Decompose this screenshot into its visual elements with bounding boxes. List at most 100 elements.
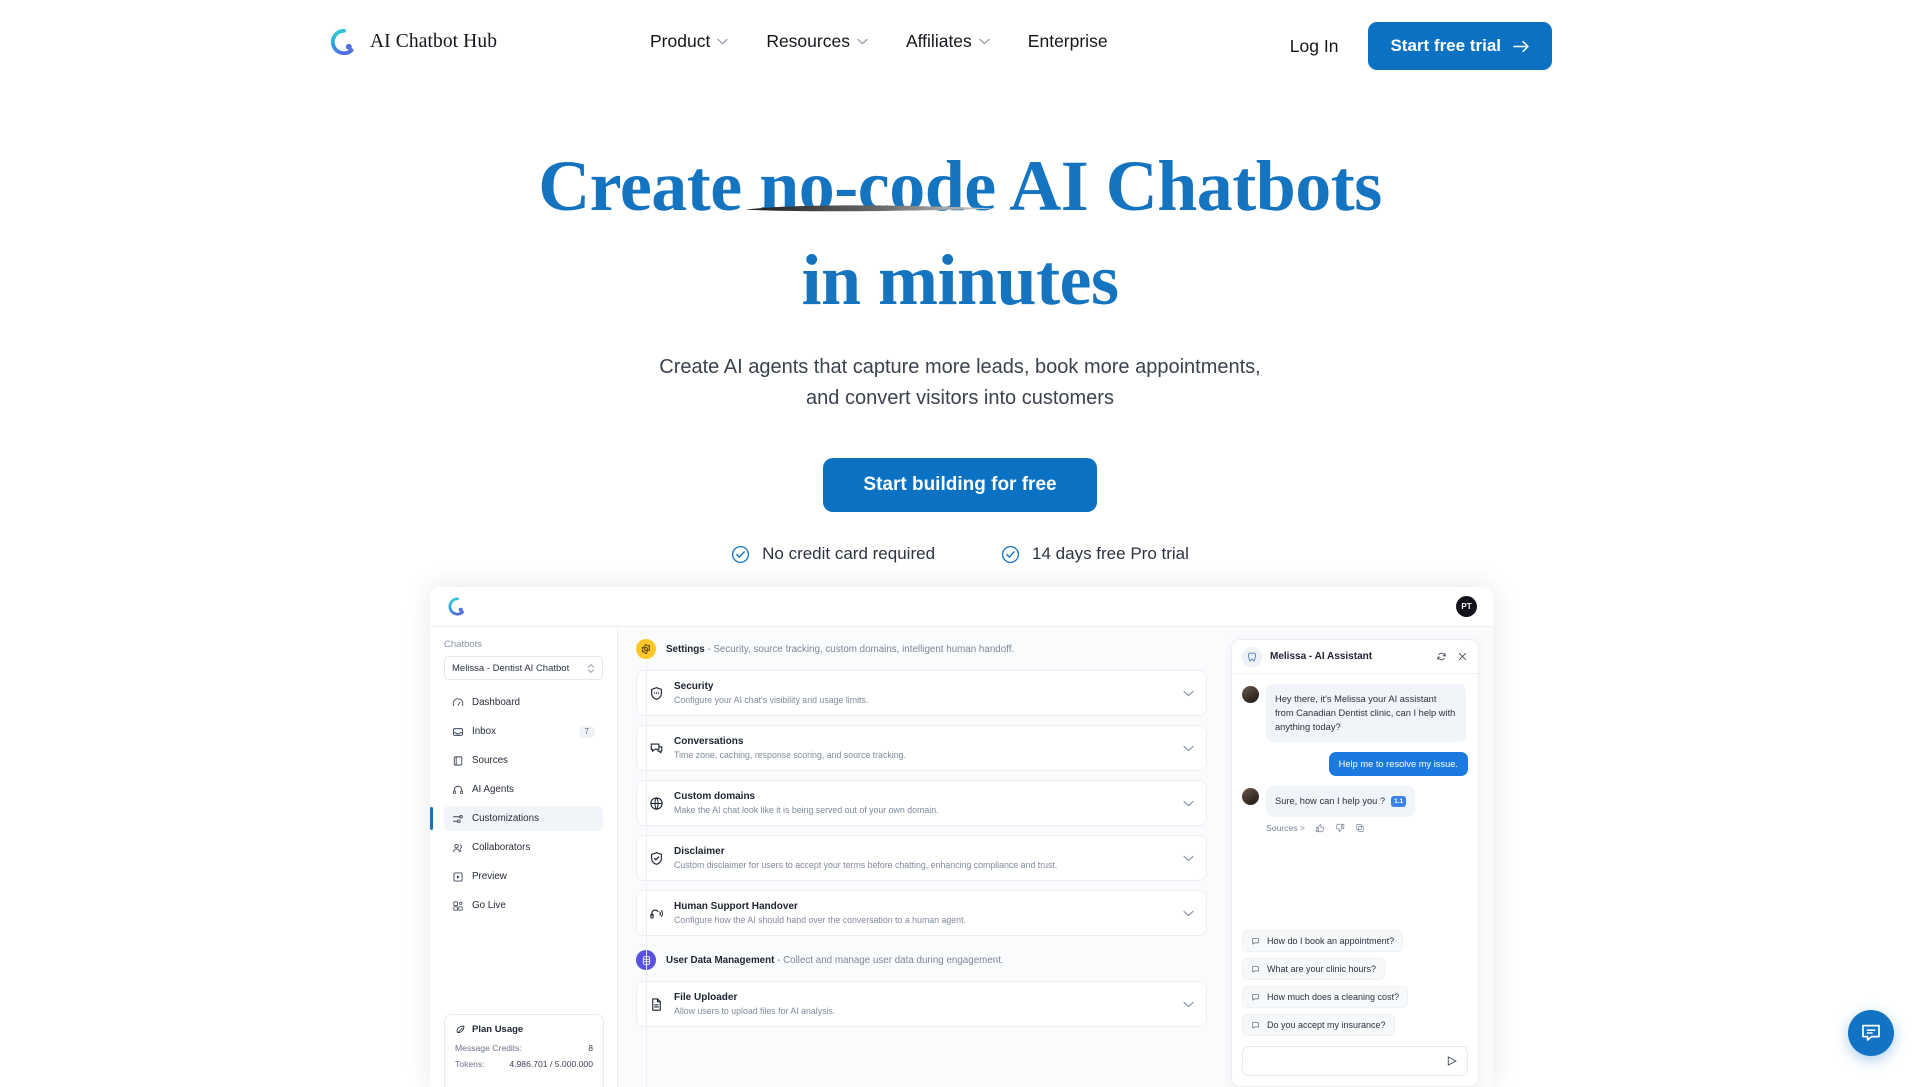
settings-card-desc: Configure your AI chat's visibility and … <box>674 695 868 705</box>
assurance-label: No credit card required <box>762 544 935 564</box>
settings-card-custom-domains[interactable]: Custom domains Make the AI chat look lik… <box>636 780 1207 826</box>
check-circle-icon <box>1001 545 1020 564</box>
chevron-down-icon <box>857 38 868 45</box>
chat-widget-column: Melissa - AI Assistant Hey <box>1225 627 1493 1087</box>
hero-section: Create no-code AI Chatbots in minutes Cr… <box>0 82 1920 564</box>
suggestion-label: How much does a cleaning cost? <box>1267 992 1399 1002</box>
rocket-grid-icon <box>452 900 464 912</box>
app-logo-icon[interactable] <box>448 597 467 616</box>
plan-usage-title-row: Plan Usage <box>455 1024 593 1035</box>
nav-item-enterprise[interactable]: Enterprise <box>1028 31 1108 52</box>
send-icon[interactable] <box>1446 1055 1458 1067</box>
thumbs-down-icon[interactable] <box>1335 823 1345 833</box>
plan-row-value: 4.986.701 / 5.000.000 <box>509 1059 593 1069</box>
top-navigation: AI Chatbot Hub Product Resources Affilia… <box>0 0 1920 82</box>
nav-item-label: Resources <box>766 31 850 52</box>
plan-row-value: 8 <box>588 1043 593 1053</box>
settings-card-conversations[interactable]: Conversations Time zone, caching, respon… <box>636 725 1207 771</box>
chat-message-user: Help me to resolve my issue. <box>1242 752 1468 776</box>
chat-bubble-icon <box>1251 965 1260 974</box>
inbox-badge: 7 <box>579 726 595 738</box>
chat-input-row[interactable] <box>1242 1046 1468 1076</box>
start-building-button[interactable]: Start building for free <box>823 458 1096 512</box>
sidebar-item-inbox[interactable]: Inbox 7 <box>444 719 603 744</box>
user-data-section-title: User Data Management <box>666 955 774 966</box>
suggestion-chip[interactable]: Do you accept my insurance? <box>1242 1014 1395 1036</box>
user-data-section-text: User Data Management - Collect and manag… <box>666 955 1004 966</box>
start-free-trial-button[interactable]: Start free trial <box>1368 22 1552 70</box>
sidebar-item-go-live[interactable]: Go Live <box>444 893 603 918</box>
chat-header-title: Melissa - AI Assistant <box>1270 651 1372 662</box>
chat-input[interactable] <box>1252 1056 1446 1066</box>
arrow-right-icon <box>1513 40 1530 53</box>
hero-subhead-line-1: Create AI agents that capture more leads… <box>659 356 1260 378</box>
sidebar-item-label: Preview <box>472 871 507 882</box>
nav-item-label: Product <box>650 31 710 52</box>
settings-card-desc: Make the AI chat look like it is being s… <box>674 805 939 815</box>
settings-card-security[interactable]: Security Configure your AI chat's visibi… <box>636 670 1207 716</box>
nav-item-label: Enterprise <box>1028 31 1108 52</box>
sidebar-item-collaborators[interactable]: Collaborators <box>444 835 603 860</box>
copy-icon[interactable] <box>1355 823 1365 833</box>
chevron-down-icon[interactable] <box>1183 855 1194 862</box>
nav-links: Product Resources Affiliates Enterprise <box>650 28 1108 54</box>
chat-bubble: Sure, how can I help you ? 1.1 <box>1266 786 1415 816</box>
nav-item-affiliates[interactable]: Affiliates <box>906 31 990 52</box>
settings-card-disclaimer[interactable]: Disclaimer Custom disclaimer for users t… <box>636 835 1207 881</box>
chat-message-bot: Hey there, it's Melissa your AI assistan… <box>1242 684 1468 742</box>
inbox-icon <box>452 726 464 738</box>
sidebar-item-dashboard[interactable]: Dashboard <box>444 690 603 715</box>
sidebar-item-ai-agents[interactable]: AI Agents <box>444 777 603 802</box>
thumbs-up-icon[interactable] <box>1315 823 1325 833</box>
settings-card-title: Custom domains <box>674 791 939 802</box>
sources-link[interactable]: Sources > <box>1266 823 1305 833</box>
headset-support-icon <box>649 906 664 921</box>
sidebar-item-label: AI Agents <box>472 784 514 795</box>
login-link[interactable]: Log In <box>1290 36 1339 57</box>
sidebar-item-label: Go Live <box>472 900 506 911</box>
avatar[interactable]: PT <box>1456 596 1477 617</box>
app-topbar: PT <box>430 587 1493 627</box>
app-preview-screenshot: PT Chatbots Melissa - Dentist AI Chatbot… <box>430 587 1493 1087</box>
chevron-down-icon[interactable] <box>1183 745 1194 752</box>
chat-header: Melissa - AI Assistant <box>1232 640 1478 674</box>
sidebar-item-preview[interactable]: Preview <box>444 864 603 889</box>
floating-chat-button[interactable] <box>1848 1010 1894 1056</box>
hero-subhead-line-2: and convert visitors into customers <box>806 387 1114 409</box>
sidebar-item-sources[interactable]: Sources <box>444 748 603 773</box>
sidebar-section-label: Chatbots <box>444 639 603 650</box>
suggestion-chip[interactable]: What are your clinic hours? <box>1242 958 1385 980</box>
shield-dots-icon <box>649 686 664 701</box>
chevron-down-icon[interactable] <box>1183 690 1194 697</box>
close-icon[interactable] <box>1457 651 1468 662</box>
settings-card-title: Disclaimer <box>674 846 1057 857</box>
brand-logo[interactable]: AI Chatbot Hub <box>330 28 497 56</box>
headline-line-1: Create no-code AI Chatbots <box>538 146 1382 226</box>
sliders-icon <box>452 813 464 825</box>
nav-item-resources[interactable]: Resources <box>766 31 868 52</box>
chat-suggestions: How do I book an appointment? What are y… <box>1232 930 1478 1042</box>
settings-card-human-support-handover[interactable]: Human Support Handover Configure how the… <box>636 890 1207 936</box>
sidebar-item-label: Sources <box>472 755 508 766</box>
settings-card-title: File Uploader <box>674 992 835 1003</box>
sidebar-item-customizations[interactable]: Customizations <box>444 806 603 831</box>
suggestion-label: Do you accept my insurance? <box>1267 1020 1386 1030</box>
plan-usage-title: Plan Usage <box>472 1024 523 1035</box>
user-data-section-summary: - Collect and manage user data during en… <box>777 955 1004 966</box>
chevron-down-icon[interactable] <box>1183 800 1194 807</box>
settings-card-file-uploader[interactable]: File Uploader Allow users to upload file… <box>636 981 1207 1027</box>
nav-item-product[interactable]: Product <box>650 31 728 52</box>
citation-badge[interactable]: 1.1 <box>1391 796 1406 808</box>
gear-icon <box>636 639 656 659</box>
chevron-up-down-icon <box>587 663 595 674</box>
chatbot-select[interactable]: Melissa - Dentist AI Chatbot <box>444 656 603 680</box>
suggestion-chip[interactable]: How do I book an appointment? <box>1242 930 1403 952</box>
chevron-down-icon <box>717 38 728 45</box>
refresh-icon[interactable] <box>1436 651 1447 662</box>
chevron-down-icon[interactable] <box>1183 1001 1194 1008</box>
chat-bubble-icon <box>1251 1021 1260 1030</box>
suggestion-chip[interactable]: How much does a cleaning cost? <box>1242 986 1408 1008</box>
chevron-down-icon[interactable] <box>1183 910 1194 917</box>
section-rail <box>646 661 647 1087</box>
chat-bubble-text: Help me to resolve my issue. <box>1329 752 1468 776</box>
